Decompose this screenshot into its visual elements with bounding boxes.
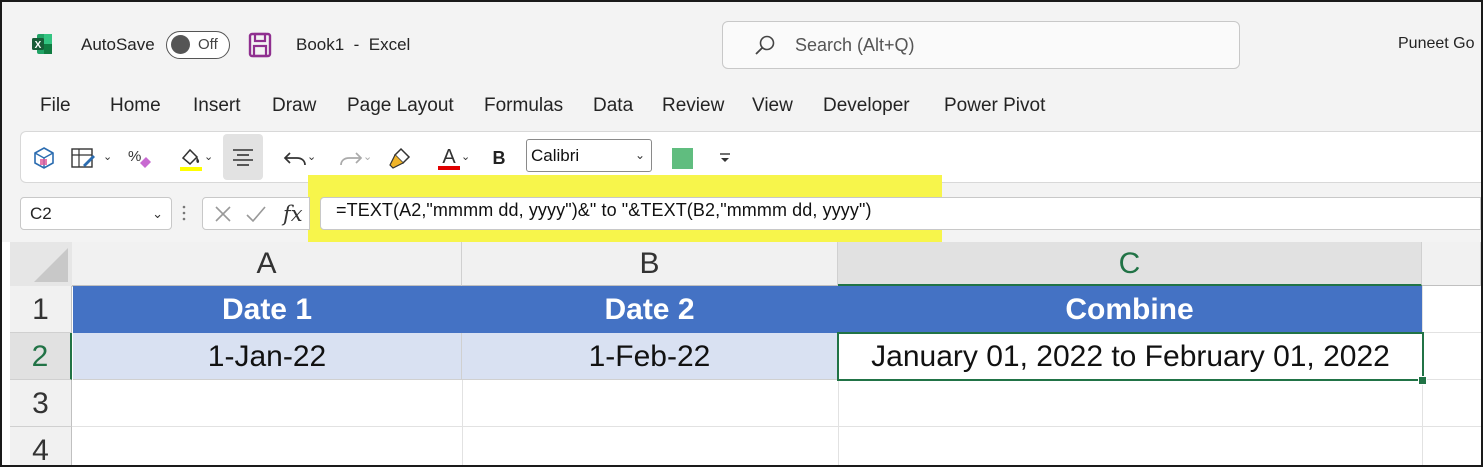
search-placeholder: Search (Alt+Q) [795, 35, 915, 55]
user-name[interactable]: Puneet Go [1398, 35, 1475, 53]
formula-text: =TEXT(A2,"mmmm dd, yyyy")&" to "&TEXT(B2… [336, 200, 872, 220]
cell-a1[interactable]: Date 1 [73, 286, 462, 333]
column-header-c[interactable]: C [838, 242, 1422, 286]
tab-draw[interactable]: Draw [272, 95, 316, 117]
ribbon-tabs: File Home Insert Draw Page Layout Formul… [2, 90, 1481, 126]
insert-function-icon[interactable]: fx [283, 202, 303, 226]
align-center-button[interactable] [223, 134, 263, 180]
tab-home[interactable]: Home [110, 95, 161, 117]
chevron-down-icon: ⌄ [634, 148, 645, 162]
tab-page-layout[interactable]: Page Layout [347, 95, 454, 117]
fill-color-icon [180, 148, 202, 171]
tab-power-pivot[interactable]: Power Pivot [944, 95, 1045, 117]
tab-developer[interactable]: Developer [823, 95, 910, 117]
autosave-label: AutoSave [81, 35, 155, 54]
search-box[interactable]: Search (Alt+Q) [722, 21, 1240, 69]
redo-icon [340, 152, 363, 166]
row-header-2[interactable]: 2 [10, 333, 72, 380]
cell-c2-active[interactable]: January 01, 2022 to February 01, 2022 [837, 332, 1424, 381]
font-color-icon: A [438, 146, 460, 170]
table-edit-icon [71, 148, 95, 168]
undo-button[interactable]: ⌄ [273, 140, 317, 176]
tab-review[interactable]: Review [662, 95, 724, 117]
tab-file[interactable]: File [40, 95, 71, 117]
save-icon[interactable] [248, 32, 272, 58]
select-all-corner[interactable] [10, 242, 73, 287]
cancel-icon[interactable] [213, 204, 233, 224]
percent-style-button[interactable]: % [125, 140, 155, 176]
document-title: Book1 - Excel [296, 35, 411, 54]
search-icon [755, 35, 775, 55]
gridline [1422, 332, 1481, 333]
enter-check-icon[interactable] [245, 204, 267, 224]
toggle-knob [171, 35, 190, 54]
name-box[interactable]: C2 ⌄ [20, 197, 172, 230]
excel-logo-icon: X [32, 34, 52, 54]
format-painter-button[interactable] [385, 140, 415, 176]
cell-b1[interactable]: Date 2 [462, 286, 838, 333]
name-box-value: C2 [30, 204, 52, 223]
autosave-state: Off [198, 36, 218, 53]
gridline [72, 426, 1481, 427]
fill-swatch[interactable] [672, 148, 693, 169]
column-header-b[interactable]: B [462, 242, 838, 286]
drag-handle-icon[interactable] [182, 203, 186, 223]
gridline [462, 380, 463, 465]
tab-view[interactable]: View [752, 95, 793, 117]
cell-c1[interactable]: Combine [838, 286, 1422, 333]
fill-handle[interactable] [1418, 376, 1427, 385]
formula-bar: C2 ⌄ fx =TEXT(A2,"mmmm dd, yyyy")&" to "… [2, 175, 1481, 243]
tab-data[interactable]: Data [593, 95, 633, 117]
cell-b2[interactable]: 1-Feb-22 [462, 333, 838, 380]
insert-object-button[interactable] [29, 140, 59, 176]
chevron-down-icon: ⌄ [461, 151, 471, 163]
undo-icon [283, 152, 306, 166]
svg-text:A: A [442, 146, 456, 168]
excel-window: X AutoSave Off Book1 - Excel Search (Alt… [0, 0, 1483, 467]
font-name-value: Calibri [531, 146, 580, 165]
tab-formulas[interactable]: Formulas [484, 95, 563, 117]
column-header-d[interactable] [1422, 242, 1481, 286]
row-header-1[interactable]: 1 [10, 286, 72, 333]
chevron-down-icon: ⌄ [363, 151, 373, 163]
column-header-a[interactable]: A [72, 242, 462, 286]
bold-button[interactable]: B [487, 140, 511, 176]
worksheet-grid[interactable]: A B C 1 2 3 4 Date 1 Date 2 Combine 1-Ja… [2, 242, 1481, 465]
gridline [1422, 379, 1481, 380]
format-table-button[interactable]: ⌄ [65, 140, 112, 176]
cube-icon [34, 147, 54, 169]
chevron-down-icon: ⌄ [307, 151, 317, 163]
paintbrush-icon [389, 147, 411, 169]
row-header-3[interactable]: 3 [10, 380, 72, 427]
gridline [838, 380, 839, 465]
svg-text:X: X [35, 40, 42, 51]
autosave-toggle[interactable]: Off [166, 31, 230, 59]
align-center-icon [233, 149, 253, 166]
customize-toolbar-button[interactable] [713, 140, 737, 176]
cell-a2[interactable]: 1-Jan-22 [73, 333, 462, 380]
font-name-select[interactable]: Calibri ⌄ [526, 139, 652, 172]
percent-eraser-icon: % [128, 148, 151, 168]
more-options-icon [720, 153, 730, 162]
select-all-triangle-icon [34, 248, 68, 282]
chevron-down-icon: ⌄ [103, 151, 113, 163]
font-color-button[interactable]: A ⌄ [425, 140, 473, 176]
row-header-4[interactable]: 4 [10, 427, 72, 465]
redo-button[interactable]: ⌄ [329, 140, 373, 176]
highlight-button[interactable]: ⌄ [171, 140, 214, 176]
svg-text:%: % [128, 148, 141, 165]
title-bar: X AutoSave Off Book1 - Excel Search (Alt… [2, 2, 1481, 90]
chevron-down-icon: ⌄ [152, 206, 163, 221]
tab-insert[interactable]: Insert [193, 95, 241, 117]
chevron-down-icon: ⌄ [204, 151, 214, 163]
formula-actions: fx [202, 197, 310, 230]
